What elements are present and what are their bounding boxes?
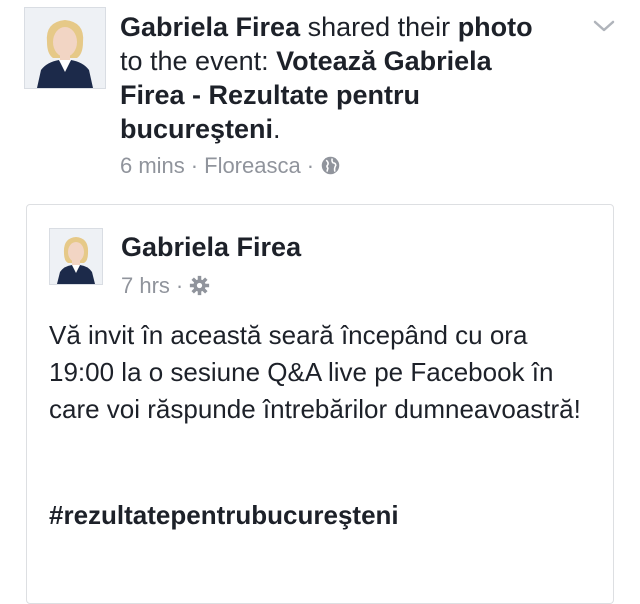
photo-link[interactable]: photo (458, 12, 533, 42)
story-header-text: Gabriela Firea shared their photo to the… (120, 10, 560, 146)
profile-photo (25, 8, 105, 88)
action-text: shared their (300, 12, 458, 42)
location-link[interactable]: Floreasca (204, 153, 301, 178)
profile-photo (50, 229, 102, 284)
post-meta: 7 hrs · (121, 271, 210, 301)
shared-post-card[interactable]: Gabriela Firea 7 hrs · Vă invit în aceast… (26, 204, 614, 604)
gear-icon[interactable] (189, 274, 210, 296)
post-author-name[interactable]: Gabriela Firea (121, 231, 301, 263)
separator-dot: · (306, 153, 315, 178)
profile-avatar[interactable] (24, 7, 106, 89)
chevron-down-icon[interactable] (592, 14, 616, 38)
timestamp-link[interactable]: 6 mins (120, 153, 185, 178)
post-body-text: Vă invit în această seară începând cu or… (49, 320, 581, 424)
end-punctuation: . (273, 114, 281, 144)
separator-dot: · (175, 273, 184, 298)
story-meta: 6 mins · Floreasca · (120, 151, 341, 181)
separator-dot: · (190, 153, 199, 178)
actor-name-link[interactable]: Gabriela Firea (120, 12, 300, 42)
hashtag-link[interactable]: #rezultatepentrubucureşteni (49, 497, 399, 534)
action-text-2: to the event: (120, 46, 277, 76)
globe-icon[interactable] (320, 154, 341, 175)
post-author-avatar[interactable] (49, 228, 103, 285)
post-timestamp[interactable]: 7 hrs (121, 273, 170, 298)
